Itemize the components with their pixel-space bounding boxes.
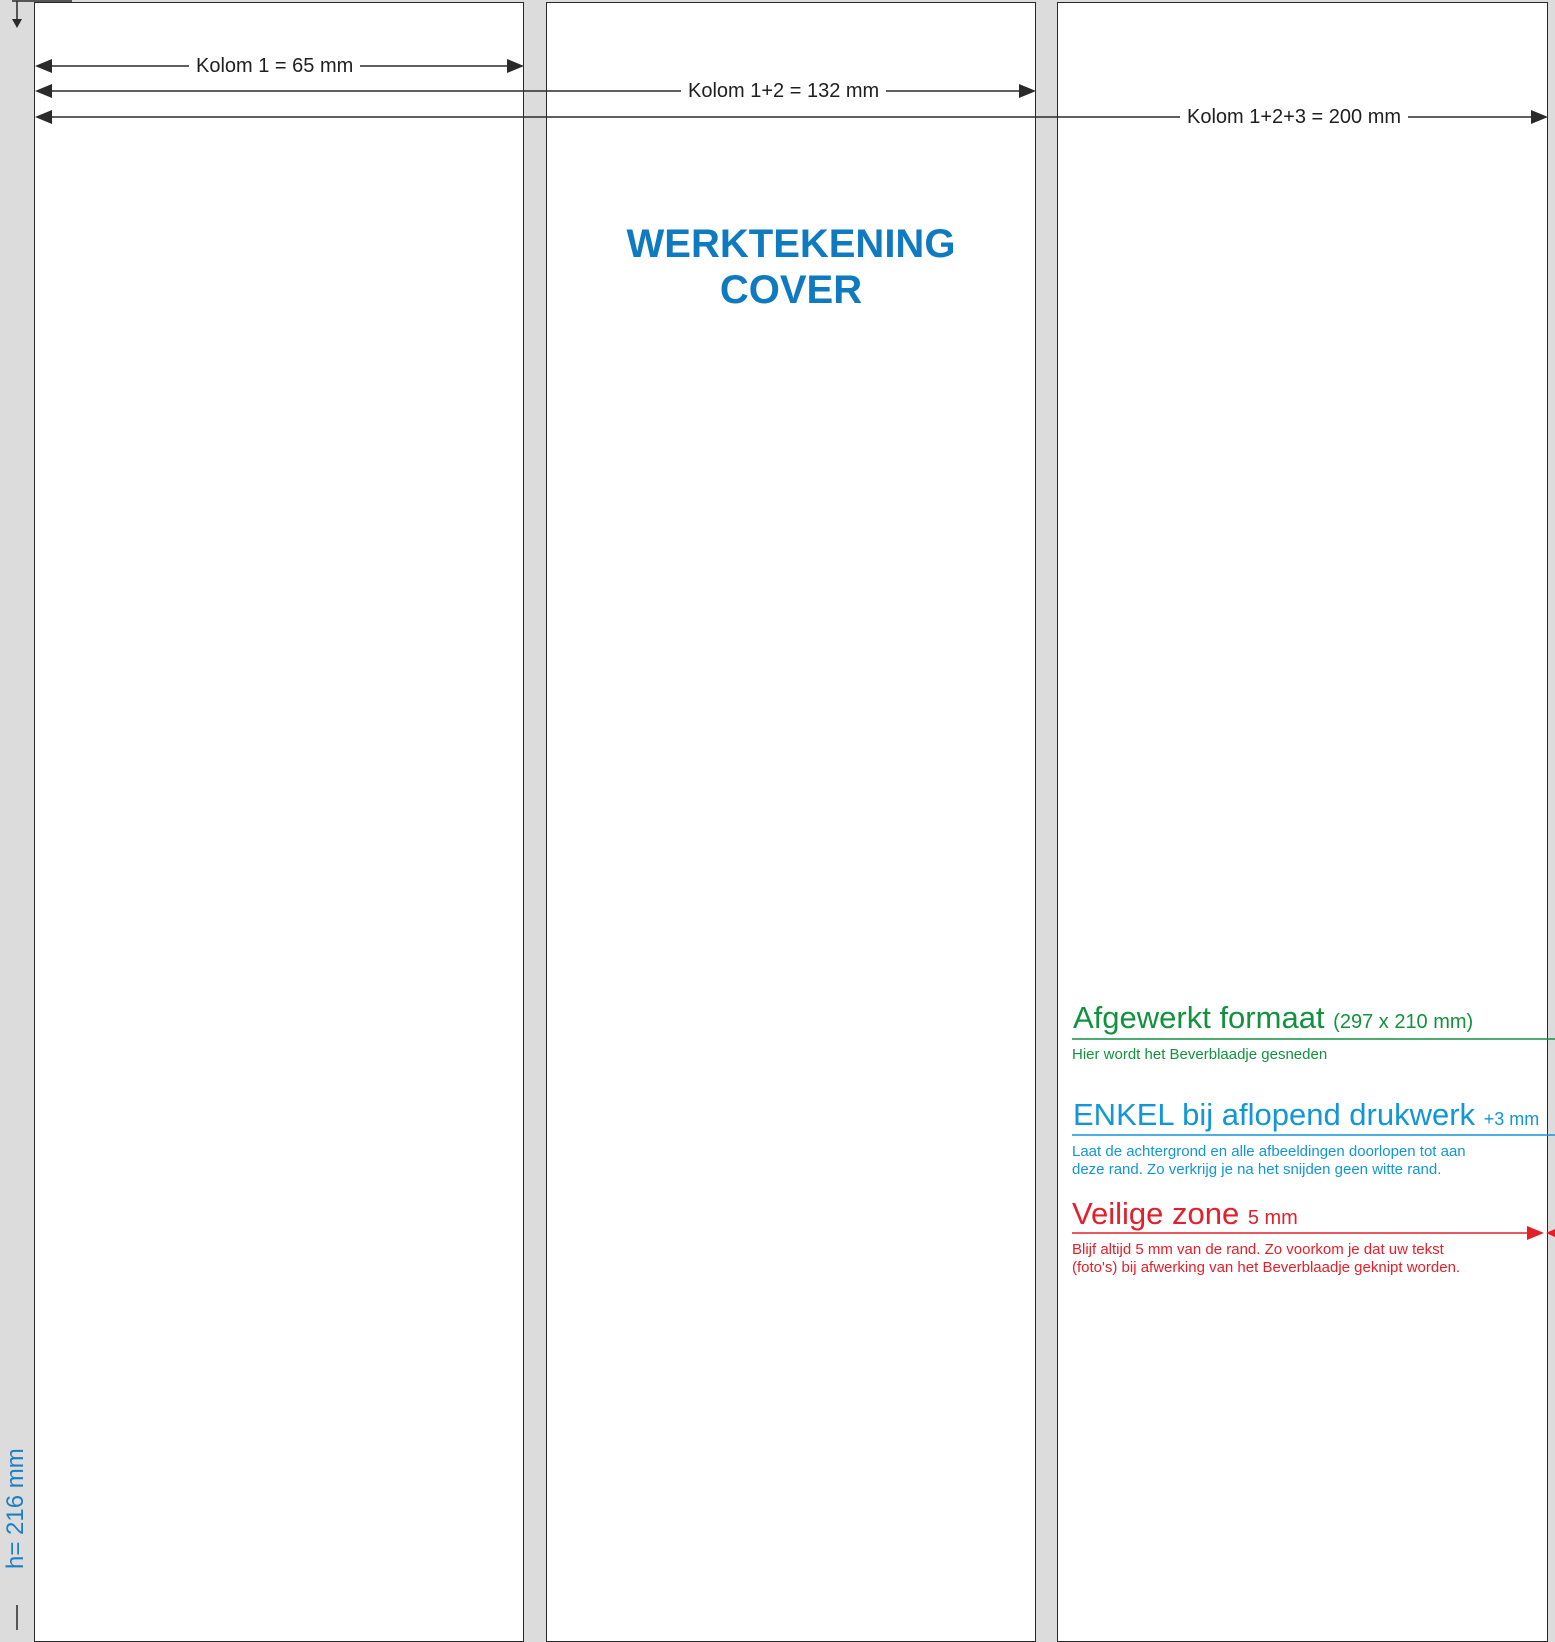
kolom12-label: Kolom 1+2 = 132 mm bbox=[681, 80, 887, 102]
veilig-desc-line-2: (foto's) bij afwerking van het Beverblaa… bbox=[1072, 1259, 1461, 1276]
veilig-desc-line-1: Blijf altijd 5 mm van de rand. Zo voorko… bbox=[1072, 1241, 1444, 1258]
afgewerkt-heading: Afgewerkt formaat (297 x 210 mm) bbox=[1073, 1001, 1473, 1039]
page-title: WERKTEKENING COVER bbox=[546, 221, 1036, 313]
kolom123-label: Kolom 1+2+3 = 200 mm bbox=[1180, 106, 1409, 128]
enkel-desc: Laat de achtergrond en alle afbeeldingen… bbox=[1072, 1143, 1466, 1179]
kolom1-label: Kolom 1 = 65 mm bbox=[189, 55, 361, 77]
kolom12-arrow-left bbox=[35, 84, 52, 98]
veilig-size: 5 mm bbox=[1247, 1207, 1298, 1229]
enkel-size: +3 mm bbox=[1483, 1109, 1540, 1129]
title-line-2: COVER bbox=[719, 268, 863, 312]
enkel-title: ENKEL bij aflopend drukwerk bbox=[1073, 1097, 1476, 1132]
enkel-desc-line-2: deze rand. Zo verkrijg je na het snijden… bbox=[1072, 1161, 1442, 1178]
kolom1-arrow-left bbox=[35, 59, 52, 73]
kolom12-arrow-right bbox=[1019, 84, 1036, 98]
veilig-arrow-back bbox=[1546, 1229, 1555, 1237]
kolom1-arrow-right bbox=[507, 59, 524, 73]
veilig-arrow-right bbox=[1527, 1226, 1544, 1240]
diagram-stage: Kolom 1 = 65 mm Kolom 1+2 = 132 mm Kolom… bbox=[0, 0, 1555, 1642]
veilig-heading: Veilige zone 5 mm bbox=[1072, 1197, 1298, 1235]
kolom123-arrow-right bbox=[1531, 110, 1548, 124]
kolom123-arrow-left bbox=[35, 110, 52, 124]
height-label: h= 216 mm bbox=[2, 1448, 29, 1569]
afgewerkt-size: (297 x 210 mm) bbox=[1333, 1011, 1474, 1033]
veilig-title: Veilige zone bbox=[1072, 1196, 1240, 1231]
veilig-desc: Blijf altijd 5 mm van de rand. Zo voorko… bbox=[1072, 1241, 1460, 1277]
afgewerkt-title: Afgewerkt formaat bbox=[1073, 1000, 1325, 1035]
enkel-desc-line-1: Laat de achtergrond en alle afbeeldingen… bbox=[1072, 1143, 1466, 1160]
top-tick-arrow bbox=[12, 19, 22, 28]
title-line-1: WERKTEKENING bbox=[626, 222, 956, 266]
enkel-heading: ENKEL bij aflopend drukwerk +3 mm bbox=[1073, 1098, 1539, 1136]
afgewerkt-desc: Hier wordt het Beverblaadje gesneden bbox=[1072, 1046, 1328, 1063]
